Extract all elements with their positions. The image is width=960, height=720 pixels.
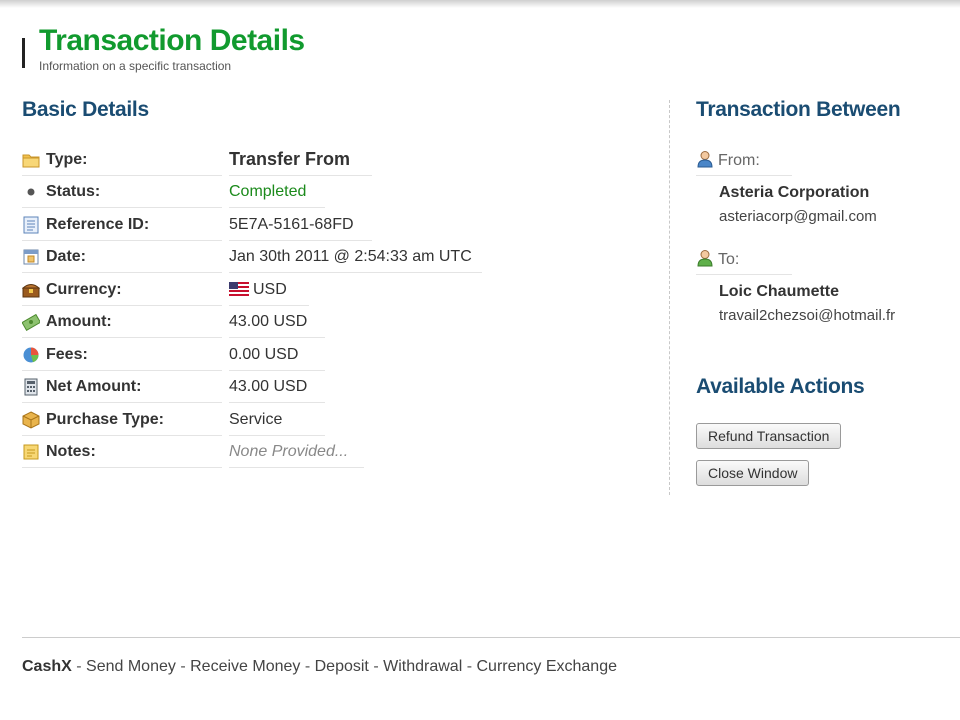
refund-transaction-button[interactable]: Refund Transaction bbox=[696, 423, 842, 449]
column-divider bbox=[669, 100, 670, 495]
to-divider bbox=[696, 274, 792, 275]
row-divider bbox=[229, 467, 364, 468]
to-name: Loic Chaumette bbox=[719, 283, 840, 300]
row-divider bbox=[229, 402, 325, 403]
from-name: Asteria Corporation bbox=[719, 184, 870, 201]
date-label: Date: bbox=[46, 248, 87, 265]
detail-row-status: Status: Completed bbox=[22, 176, 482, 208]
net-amount-label: Net Amount: bbox=[46, 378, 142, 395]
notes-label: Notes: bbox=[46, 443, 96, 460]
purchase-type-label: Purchase Type: bbox=[46, 411, 164, 428]
top-shadow bbox=[0, 0, 960, 8]
transaction-between-heading: Transaction Between bbox=[696, 98, 901, 121]
row-divider bbox=[229, 207, 325, 208]
page-title: Transaction Details bbox=[39, 24, 305, 57]
pie-chart-icon bbox=[22, 346, 40, 364]
basic-details-heading: Basic Details bbox=[22, 98, 149, 121]
close-window-button[interactable]: Close Window bbox=[696, 460, 810, 486]
money-icon bbox=[21, 313, 42, 332]
to-label-text: To: bbox=[718, 251, 740, 268]
reference-id-value: 5E7A-5161-68FD bbox=[229, 216, 354, 233]
detail-row-amount: Amount: 43.00 USD bbox=[21, 306, 482, 338]
to-label: To: bbox=[696, 249, 739, 269]
footer-nav: CashX - Send Money - Receive Money - Dep… bbox=[22, 658, 617, 676]
note-icon bbox=[22, 443, 40, 461]
row-divider bbox=[229, 272, 482, 273]
title-accent-bar bbox=[22, 38, 25, 68]
status-value: Completed bbox=[229, 183, 307, 200]
footer-link-send-money[interactable]: Send Money bbox=[86, 658, 176, 675]
net-amount-value: 43.00 USD bbox=[229, 378, 308, 395]
detail-row-fees: Fees: 0.00 USD bbox=[22, 339, 482, 371]
available-actions-heading: Available Actions bbox=[696, 375, 865, 398]
from-email: asteriacorp@gmail.com bbox=[719, 208, 877, 225]
footer-link-currency-exchange[interactable]: Currency Exchange bbox=[476, 658, 617, 675]
amount-value: 43.00 USD bbox=[229, 313, 308, 330]
from-label: From: bbox=[696, 150, 760, 170]
footer-link-withdrawal[interactable]: Withdrawal bbox=[383, 658, 462, 675]
detail-row-purchase-type: Purchase Type: Service bbox=[22, 404, 482, 436]
box-icon bbox=[22, 411, 40, 429]
footer-link-deposit[interactable]: Deposit bbox=[315, 658, 369, 675]
detail-row-type: Type: Transfer From bbox=[22, 144, 482, 176]
footer-brand: CashX bbox=[22, 658, 72, 675]
user-icon bbox=[696, 150, 714, 168]
detail-row-notes: Notes: None Provided... bbox=[22, 436, 482, 468]
row-divider bbox=[22, 207, 222, 208]
to-email: travail2chezsoi@hotmail.fr bbox=[719, 307, 896, 324]
fees-label: Fees: bbox=[46, 346, 88, 363]
currency-code: USD bbox=[253, 281, 287, 298]
currency-value: USD bbox=[229, 281, 287, 301]
row-divider bbox=[22, 467, 222, 468]
user-icon bbox=[696, 249, 714, 267]
bullet-icon bbox=[22, 183, 40, 201]
treasure-chest-icon bbox=[21, 281, 41, 299]
detail-row-reference-id: Reference ID: 5E7A-5161-68FD bbox=[22, 209, 482, 241]
detail-row-date: Date: Jan 30th 2011 @ 2:54:33 am UTC bbox=[22, 241, 482, 273]
reference-id-label: Reference ID: bbox=[46, 216, 150, 233]
row-divider bbox=[22, 402, 222, 403]
status-label: Status: bbox=[46, 183, 101, 200]
from-divider bbox=[696, 175, 792, 176]
row-divider bbox=[22, 272, 222, 273]
type-value: Transfer From bbox=[229, 149, 351, 169]
date-value: Jan 30th 2011 @ 2:54:33 am UTC bbox=[229, 248, 472, 265]
footer-divider bbox=[22, 637, 960, 638]
fees-value: 0.00 USD bbox=[229, 346, 299, 363]
us-flag-icon bbox=[229, 282, 249, 301]
footer-separator: - bbox=[180, 658, 191, 675]
amount-label: Amount: bbox=[46, 313, 112, 330]
type-label: Type: bbox=[46, 151, 88, 168]
page-subtitle: Information on a specific transaction bbox=[39, 59, 232, 73]
folder-icon bbox=[22, 151, 40, 169]
row-divider bbox=[229, 337, 325, 338]
row-divider bbox=[22, 337, 222, 338]
detail-row-net-amount: Net Amount: 43.00 USD bbox=[22, 371, 482, 403]
footer-separator: - bbox=[76, 658, 87, 675]
calculator-icon bbox=[22, 378, 40, 396]
footer-link-receive-money[interactable]: Receive Money bbox=[190, 658, 300, 675]
detail-row-currency: Currency: USD bbox=[21, 274, 482, 306]
document-icon bbox=[22, 216, 40, 234]
currency-label: Currency: bbox=[46, 281, 122, 298]
calendar-icon bbox=[22, 248, 40, 266]
footer-separator: - bbox=[304, 658, 315, 675]
footer-separator: - bbox=[373, 658, 384, 675]
from-label-text: From: bbox=[718, 152, 760, 169]
notes-value: None Provided... bbox=[229, 443, 349, 460]
purchase-type-value: Service bbox=[229, 411, 283, 428]
